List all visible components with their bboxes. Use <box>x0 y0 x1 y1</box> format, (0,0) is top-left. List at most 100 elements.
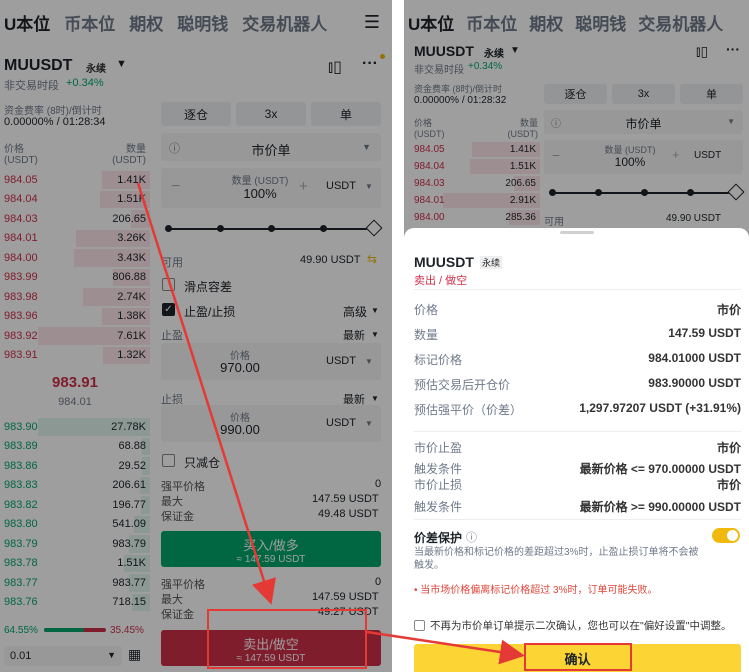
slippage-checkbox[interactable] <box>162 278 175 291</box>
tab-usdt-m[interactable]: U本位 <box>408 10 454 35</box>
tab-smart-money[interactable]: 聪明钱 <box>575 10 626 35</box>
transfer-icon[interactable]: ⇆ <box>367 252 377 266</box>
leverage-button[interactable]: 3x <box>236 102 306 126</box>
candlestick-chart-icon[interactable]: ⫾▯ <box>328 57 342 77</box>
tpsl-label: 止盈/止损 <box>184 305 236 319</box>
buy-label: 买入/做多 <box>243 538 299 553</box>
margin-mode-button[interactable]: 逐仓 <box>161 102 231 126</box>
sheet-handle[interactable] <box>560 231 594 234</box>
quantity-unit[interactable]: USDT <box>694 150 721 161</box>
tab-options[interactable]: 期权 <box>129 10 163 35</box>
slider-step[interactable] <box>549 189 556 196</box>
info-icon[interactable]: ⓘ <box>466 529 477 545</box>
orderbook-row[interactable]: 984.03 206.65 <box>0 209 150 229</box>
max-label-buy: 最大 <box>161 496 183 508</box>
tp-trigger-select[interactable]: 最新 <box>343 327 365 343</box>
orderbook-row[interactable]: 984.05 1.41K <box>410 141 540 158</box>
slider-thumb[interactable] <box>365 219 383 237</box>
orderbook-row[interactable]: 984.00 285.36 <box>410 209 540 226</box>
orderbook-row[interactable]: 983.80 541.09 <box>0 515 150 535</box>
ticker-symbol[interactable]: MUUSDT <box>4 57 72 75</box>
tab-options[interactable]: 期权 <box>529 10 563 35</box>
tab-coin-m[interactable]: 币本位 <box>466 10 517 35</box>
quantity-input[interactable]: − 数量 (USDT) 100% + USDT <box>544 140 743 174</box>
reduce-only-checkbox[interactable] <box>162 454 175 467</box>
orderbook-row[interactable]: 983.79 983.79 <box>0 534 150 554</box>
orderbook-qty-header: 数量 (USDT) <box>507 118 539 139</box>
quantity-slider[interactable] <box>549 183 745 201</box>
tp-price-input[interactable]: 价格 970.00 USDT ▼ <box>161 343 381 380</box>
orderbook-row[interactable]: 983.99 806.88 <box>0 268 150 288</box>
order-type-select[interactable]: ⓘ 市价单 ▼ <box>544 110 743 134</box>
slider-step[interactable] <box>595 189 602 196</box>
ticker-symbol[interactable]: MUUSDT <box>414 43 474 59</box>
orderbook-row[interactable]: 983.90 27.78K <box>0 417 150 437</box>
right-screen: U本位 币本位 期权 聪明钱 交易机器人 MUUSDT 永续 ▼ 非交易时段 +… <box>404 0 749 672</box>
tab-coin-m[interactable]: 币本位 <box>64 10 115 35</box>
plus-icon[interactable]: + <box>299 178 308 195</box>
minus-icon[interactable]: − <box>171 178 180 196</box>
margin-mode-button[interactable]: 逐仓 <box>544 84 607 104</box>
orderbook-price: 983.89 <box>4 440 38 453</box>
confirm-button[interactable]: 确认 <box>414 644 741 672</box>
tab-trading-bots[interactable]: 交易机器人 <box>638 10 723 35</box>
candlestick-chart-icon[interactable]: ⫾▯ <box>696 43 708 60</box>
no-confirm-checkbox[interactable] <box>414 620 425 631</box>
slider-step[interactable] <box>641 189 648 196</box>
orderbook-row[interactable]: 983.98 2.74K <box>0 287 150 307</box>
tab-trading-bots[interactable]: 交易机器人 <box>242 10 327 35</box>
slider-step[interactable] <box>687 189 694 196</box>
orderbook-row[interactable]: 984.03 206.65 <box>410 175 540 192</box>
chevron-down-icon[interactable]: ▼ <box>510 45 520 56</box>
orderbook-row[interactable]: 983.86 29.52 <box>0 456 150 476</box>
orderbook-row[interactable]: 983.92 7.61K <box>0 326 150 346</box>
orderbook-row[interactable]: 984.01 3.26K <box>0 229 150 249</box>
orderbook-row[interactable]: 983.76 718.15 <box>0 593 150 613</box>
sl-unit[interactable]: USDT <box>326 417 356 429</box>
hamburger-menu-icon[interactable]: ☰ <box>364 12 380 33</box>
tp-unit[interactable]: USDT <box>326 355 356 367</box>
slider-step[interactable] <box>268 225 275 232</box>
orderbook-row[interactable]: 983.78 1.51K <box>0 554 150 574</box>
more-icon[interactable]: ··· <box>726 41 740 57</box>
slider-step[interactable] <box>319 225 327 232</box>
leverage-button[interactable]: 3x <box>612 84 675 104</box>
buy-long-button[interactable]: 买入/做多 ≈ 147.59 USDT <box>161 531 381 567</box>
quantity-input[interactable]: − 数量 (USDT) 100% + USDT ▼ <box>161 168 381 208</box>
orderbook-row[interactable]: 983.77 983.77 <box>0 573 150 593</box>
tab-smart-money[interactable]: 聪明钱 <box>177 10 228 35</box>
orderbook-layout-icon[interactable]: ▦ <box>128 646 141 663</box>
orderbook-row[interactable]: 984.05 1.41K <box>0 170 150 190</box>
reduce-only-label: 只减仓 <box>184 456 221 470</box>
minus-icon[interactable]: − <box>552 147 560 163</box>
position-mode-button[interactable]: 单 <box>311 102 381 126</box>
tpsl-checkbox[interactable]: ✓ <box>162 303 175 316</box>
orderbook-row[interactable]: 983.82 196.77 <box>0 495 150 515</box>
position-mode-button[interactable]: 单 <box>680 84 743 104</box>
order-type-select[interactable]: ⓘ 市价单 ▼ <box>161 133 381 161</box>
more-icon[interactable]: ··· <box>362 55 378 73</box>
price-protect-toggle[interactable] <box>712 528 740 543</box>
orderbook-row[interactable]: 983.83 206.61 <box>0 476 150 496</box>
orderbook-row[interactable]: 983.91 1.32K <box>0 346 150 366</box>
sell-short-button[interactable]: 卖出/做空 ≈ 147.59 USDT <box>161 630 381 666</box>
quantity-slider[interactable] <box>165 219 383 237</box>
orderbook-row[interactable]: 984.00 3.43K <box>0 248 150 268</box>
precision-select[interactable]: 0.01 ▼ <box>4 646 122 666</box>
slider-thumb[interactable] <box>727 183 745 201</box>
orderbook-price: 983.91 <box>4 349 38 362</box>
slider-step[interactable] <box>165 225 172 232</box>
orderbook-row[interactable]: 984.01 2.91K <box>410 192 540 209</box>
plus-icon[interactable]: + <box>672 147 680 162</box>
sl-price-input[interactable]: 价格 990.00 USDT ▼ <box>161 405 381 442</box>
orderbook-qty: 206.61 <box>112 479 146 492</box>
quantity-unit[interactable]: USDT <box>326 180 356 192</box>
orderbook-row[interactable]: 983.96 1.38K <box>0 307 150 327</box>
slider-step[interactable] <box>216 225 224 232</box>
orderbook-row[interactable]: 984.04 1.51K <box>410 158 540 175</box>
tab-usdt-m[interactable]: U本位 <box>4 10 50 35</box>
advanced-select[interactable]: 高级 <box>343 303 367 320</box>
orderbook-row[interactable]: 984.04 1.51K <box>0 190 150 210</box>
orderbook-row[interactable]: 983.89 68.88 <box>0 437 150 457</box>
chevron-down-icon[interactable]: ▼ <box>116 58 127 70</box>
